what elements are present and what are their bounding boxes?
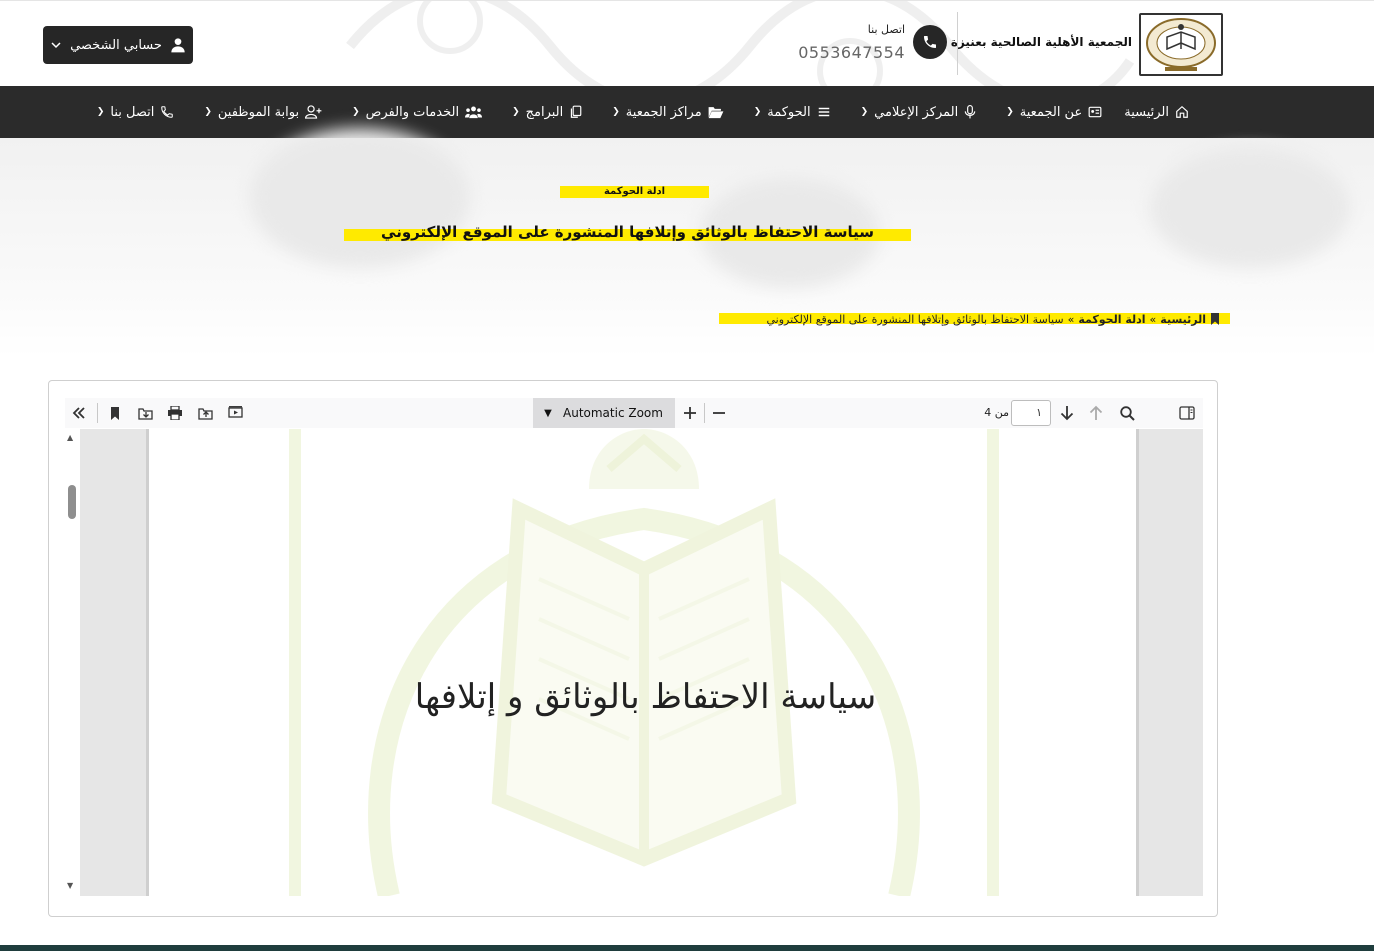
zoom-select[interactable]: ▼ Automatic Zoom (533, 398, 675, 428)
phone-icon[interactable] (913, 25, 947, 59)
users-icon (465, 106, 483, 119)
contact-label: اتصل بنا (867, 23, 905, 36)
site-header: الجمعية الأهلية الصالحية بعنيزة اتصل بنا… (0, 1, 1374, 86)
breadcrumb-separator: » (1149, 312, 1157, 326)
chevron-down-icon: ❯ (512, 107, 520, 117)
breadcrumb-current: سياسة الاحتفاظ بالوثائق وإتلافها المنشور… (766, 312, 1064, 326)
next-page-icon[interactable] (1057, 403, 1077, 423)
user-icon (171, 38, 185, 53)
org-name[interactable]: الجمعية الأهلية الصالحية بعنيزة (951, 35, 1132, 49)
chevron-down-icon: ▼ (544, 407, 552, 419)
scroll-thumb[interactable] (68, 485, 76, 519)
phone-icon (161, 106, 174, 118)
main-nav: الرئيسية عن الجمعية ❯ المركز الإعلامي ❯ … (0, 86, 1374, 138)
search-icon[interactable] (1117, 403, 1137, 423)
chevron-down-icon: ❯ (860, 107, 869, 117)
breadcrumb-section[interactable]: ادلة الحوكمة (1078, 313, 1145, 326)
nav-label: المركز الإعلامي (874, 104, 959, 120)
download-icon[interactable] (135, 403, 155, 423)
pdf-viewer: ▼ Automatic Zoom من 4 ١ ▲ ▼ سياسة الاحتف… (48, 380, 1218, 917)
nav-item-employees[interactable]: بوابة الموظفين ❯ (196, 105, 322, 120)
copy-icon (571, 105, 582, 118)
toolbar-separator (704, 403, 705, 423)
zoom-out-icon[interactable] (709, 403, 729, 423)
document-emblem-watermark (289, 429, 999, 896)
page-title: سياسة الاحتفاظ بالوثائق وإتلافها المنشور… (381, 223, 874, 241)
microphone-icon (964, 105, 976, 119)
id-card-icon (1088, 106, 1102, 118)
nav-label: عن الجمعية (1019, 104, 1083, 120)
folder-open-icon (708, 107, 724, 119)
print-icon[interactable] (165, 403, 185, 423)
nav-item-contact[interactable]: اتصل بنا ❯ (89, 105, 175, 120)
footer-strip (0, 945, 1374, 951)
pdf-document-text: سياسة الاحتفاظ بالوثائق و إتلافها (414, 677, 877, 717)
nav-item-media[interactable]: المركز الإعلامي ❯ (853, 105, 977, 120)
bookmark-icon (1211, 313, 1219, 325)
scroll-down-icon[interactable]: ▼ (67, 881, 73, 890)
presentation-mode-icon[interactable] (225, 403, 245, 423)
breadcrumb-home[interactable]: الرئيسية (1160, 313, 1206, 326)
header-divider (957, 12, 958, 75)
account-label: حسابي الشخصي (70, 37, 162, 53)
breadcrumb: الرئيسية » ادلة الحوكمة » سياسة الاحتفاظ… (700, 311, 1220, 327)
hero-background-shape (250, 128, 470, 268)
sidebar-toggle-icon[interactable] (1177, 403, 1197, 423)
zoom-in-icon[interactable] (680, 403, 700, 423)
pdf-page: سياسة الاحتفاظ بالوثائق و إتلافها (146, 429, 1139, 896)
site-logo[interactable] (1139, 13, 1223, 76)
logo-emblem (1146, 18, 1216, 71)
chevron-down-icon (51, 42, 61, 49)
nav-item-programs[interactable]: البرامج ❯ (504, 105, 582, 120)
nav-label: بوابة الموظفين (217, 104, 300, 120)
toolbar-separator (97, 403, 98, 423)
chevron-down-icon: ❯ (612, 107, 620, 117)
home-icon (1176, 105, 1188, 118)
page-count: من 4 (984, 406, 1009, 419)
zoom-value: Automatic Zoom (563, 406, 663, 420)
contact-phone[interactable]: 0553647554 (790, 43, 905, 62)
category-tag[interactable]: ادلة الحوكمة (560, 186, 709, 198)
chevron-down-icon: ❯ (352, 107, 360, 117)
page-number-input[interactable]: ١ (1011, 400, 1051, 426)
hero-background-shape (1150, 148, 1350, 268)
pdf-toolbar: ▼ Automatic Zoom من 4 ١ (65, 398, 1203, 428)
breadcrumb-separator: » (1067, 312, 1075, 326)
open-file-icon[interactable] (195, 403, 215, 423)
chevron-down-icon: ❯ (204, 107, 212, 117)
chevron-down-icon: ❯ (753, 107, 762, 117)
nav-label: البرامج (525, 104, 564, 120)
user-plus-icon (305, 105, 322, 119)
nav-item-home[interactable]: الرئيسية (1124, 105, 1189, 120)
account-button[interactable]: حسابي الشخصي (43, 26, 193, 64)
list-icon (818, 107, 829, 117)
nav-item-governance[interactable]: الحوكمة ❯ (746, 105, 831, 120)
nav-label: مراكز الجمعية (625, 104, 702, 120)
chevron-down-icon: ❯ (1006, 107, 1014, 117)
bookmark-icon[interactable] (105, 403, 125, 423)
chevron-down-icon: ❯ (96, 107, 105, 117)
nav-label: الحوكمة (767, 104, 811, 120)
nav-item-services[interactable]: الخدمات والفرص ❯ (344, 104, 483, 120)
nav-label: الرئيسية (1124, 104, 1169, 120)
nav-item-about[interactable]: عن الجمعية ❯ (998, 105, 1102, 120)
nav-label: الخدمات والفرص (365, 104, 460, 120)
pdf-scrollbar[interactable]: ▲ ▼ (67, 433, 77, 895)
pdf-page-area[interactable]: سياسة الاحتفاظ بالوثائق و إتلافها (80, 429, 1203, 896)
nav-item-centers[interactable]: مراكز الجمعية ❯ (604, 104, 724, 120)
previous-page-icon[interactable] (1086, 403, 1106, 423)
scroll-up-icon[interactable]: ▲ (67, 433, 73, 442)
nav-label: اتصل بنا (110, 104, 155, 120)
tools-menu-icon[interactable] (69, 403, 89, 423)
